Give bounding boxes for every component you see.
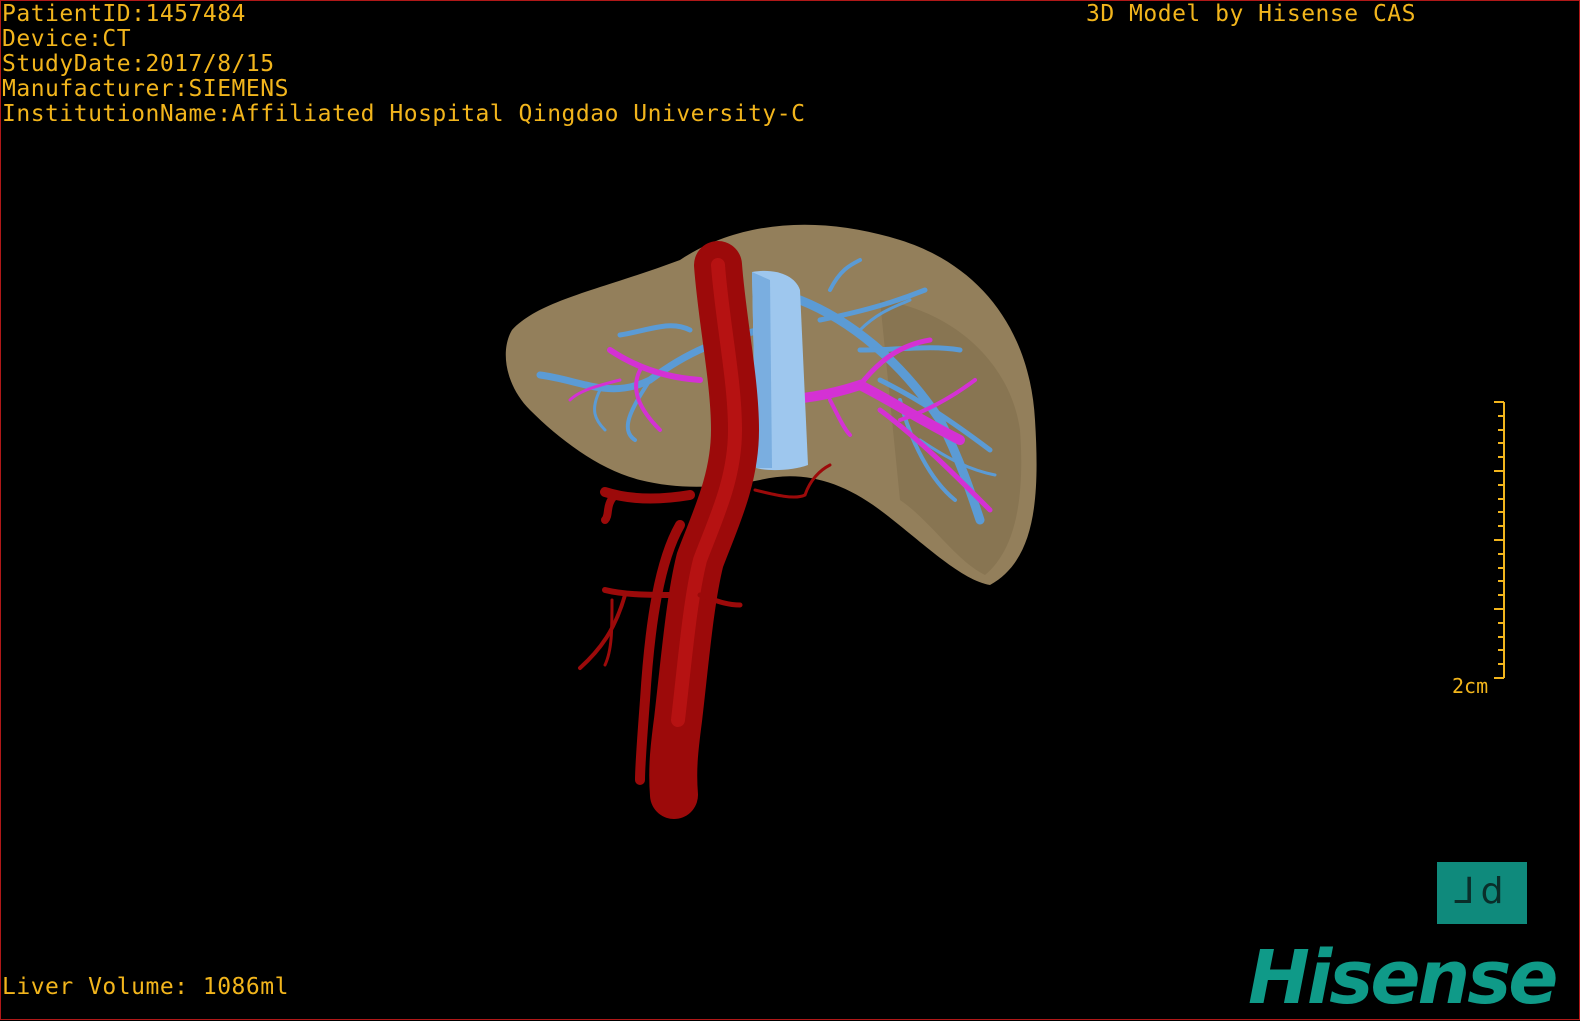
scale-bar: [1494, 401, 1505, 679]
model-credit: 3D Model by Hisense CAS: [1086, 1, 1416, 27]
study-date: StudyDate:2017/8/15: [2, 51, 275, 77]
3d-viewport[interactable]: [0, 0, 1580, 1020]
dicom-info-overlay: PatientID:1457484 Device:CT StudyDate:20…: [2, 2, 805, 127]
liver-volume: Liver Volume: 1086ml: [2, 974, 289, 1000]
institution-name: InstitutionName:Affiliated Hospital Qing…: [2, 101, 806, 127]
view-toggle-button[interactable]: ⅃d: [1437, 862, 1527, 924]
manufacturer: Manufacturer:SIEMENS: [2, 76, 289, 102]
scale-bar-label: 2cm: [1452, 674, 1489, 698]
patient-id: PatientID:1457484: [2, 1, 246, 27]
hisense-logo: Hisense: [1248, 935, 1558, 1021]
device: Device:CT: [2, 26, 132, 52]
view-toggle-icon: ⅃d: [1454, 871, 1510, 912]
